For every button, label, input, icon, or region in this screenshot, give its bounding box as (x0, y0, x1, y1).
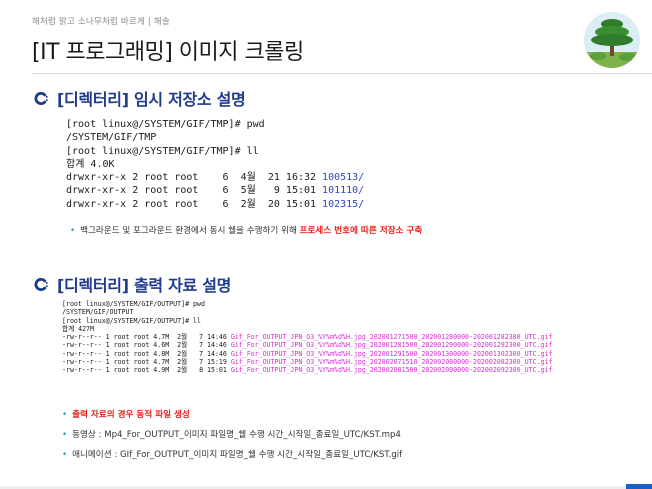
bullet-dot-icon: • (62, 430, 68, 440)
bullet-text: 출력 자료의 경우 동적 파일 생성 (72, 410, 190, 420)
file-name: Gif_For_OUTPUT_JPN_O3_%Y%m%d%H.jpg_20200… (230, 349, 553, 358)
bullet-dynamic-files: • 출력 자료의 경우 동적 파일 생성 (62, 408, 190, 420)
dir-name: 101110/ (322, 185, 365, 197)
c-bullet-icon (34, 277, 48, 291)
file-meta: -rw-r--r-- 1 root root 4.7M 2월 7 14:46 (62, 333, 231, 342)
section-header-temp-storage: [디렉터리] 임시 저장소 설명 (34, 86, 246, 110)
dir-listing-row: drwxr-xr-x 2 root root 6 4월 21 16:32 100… (66, 171, 364, 184)
note-process-storage: • 백그라운드 및 포그라운드 환경에서 동시 쉘을 수행하기 위해 프로세스 번… (70, 224, 422, 236)
note-text: 백그라운드 및 포그라운드 환경에서 동시 쉘을 수행하기 위해 (80, 226, 300, 236)
section-title: [디렉터리] 출력 자료 설명 (57, 276, 232, 295)
bullet-dot-icon: • (62, 410, 68, 420)
terminal-line: /SYSTEM/GIF/OUTPUT (62, 308, 134, 317)
file-meta: -rw-r--r-- 1 root root 4.6M 2월 7 14:46 (62, 341, 231, 350)
dir-meta: drwxr-xr-x 2 root root 6 4월 21 16:32 (66, 172, 323, 184)
terminal-line: /SYSTEM/GIF/TMP (66, 132, 157, 144)
terminal-line: 합계 427M (62, 324, 94, 333)
tagline: 해처럼 밝고 소나무처럼 바르게 | 해솔 (32, 17, 170, 27)
terminal-output-output: [root linux@/SYSTEM/GIF/OUTPUT]# pwd/SYS… (62, 300, 552, 375)
bullet-video-naming: • 동영상 : Mp4_For_OUTPUT_이미지 파일명_쉘 수행 시간_시작… (62, 428, 401, 440)
dir-meta: drwxr-xr-x 2 root root 6 2월 20 15:01 (66, 198, 323, 210)
note-highlight: 프로세스 번호에 따른 저장소 구축 (299, 226, 423, 236)
file-name: Gif_For_OUTPUT_JPN_O3_%Y%m%d%H.jpg_20200… (230, 333, 553, 342)
file-listing-row: -rw-r--r-- 1 root root 4.6M 2월 7 14:46 G… (62, 341, 552, 349)
bullet-text: 애니메이션 : GIf_For_OUTPUT_이미지 파일명_쉘 수행 시간_시… (72, 450, 403, 460)
dir-listing-row: drwxr-xr-x 2 root root 6 5월 9 15:01 1011… (66, 184, 364, 197)
terminal-line: [root linux@/SYSTEM/GIF/OUTPUT]# pwd (62, 300, 205, 308)
page-title: [IT 프로그래밍] 이미지 크롤링 (32, 40, 304, 65)
title-divider (32, 73, 652, 74)
dir-listing-row: drwxr-xr-x 2 root root 6 2월 20 15:01 102… (66, 198, 364, 211)
file-meta: -rw-r--r-- 1 root root 4.8M 2월 7 14:46 (62, 349, 231, 358)
file-listing-row: -rw-r--r-- 1 root root 4.9M 2월 8 15:01 G… (62, 366, 552, 374)
bullet-text: 동영상 : Mp4_For_OUTPUT_이미지 파일명_쉘 수행 시간_시작일… (72, 430, 401, 440)
dir-meta: drwxr-xr-x 2 root root 6 5월 9 15:01 (66, 185, 323, 197)
dir-name: 102315/ (322, 198, 365, 210)
file-name: Gif_For_OUTPUT_JPN_O3_%Y%m%d%H.jpg_20200… (230, 341, 553, 350)
file-meta: -rw-r--r-- 1 root root 4.9M 2월 8 15:01 (62, 366, 231, 375)
file-name: Gif_For_OUTPUT_JPN_O3_%Y%m%d%H.jpg_20200… (230, 358, 553, 367)
bullet-dot-icon: • (62, 450, 68, 460)
dir-name: 100513/ (322, 172, 365, 184)
terminal-output-temp: [root linux@/SYSTEM/GIF/TMP]# pwd/SYSTEM… (66, 118, 364, 211)
section-header-output: [디렉터리] 출력 자료 설명 (34, 272, 231, 296)
footer-accent (626, 484, 652, 489)
file-listing-row: -rw-r--r-- 1 root root 4.8M 2월 7 14:46 G… (62, 350, 552, 358)
file-meta: -rw-r--r-- 1 root root 4.7M 2월 7 15:19 (62, 358, 231, 367)
terminal-line: [root linux@/SYSTEM/GIF/TMP]# pwd (66, 119, 265, 130)
section-title: [디렉터리] 임시 저장소 설명 (57, 90, 246, 109)
c-bullet-icon (34, 91, 48, 105)
terminal-line: 합계 4.0K (66, 158, 115, 170)
terminal-line: [root linux@/SYSTEM/GIF/OUTPUT]# ll (62, 316, 201, 325)
terminal-line: [root linux@/SYSTEM/GIF/TMP]# ll (66, 145, 259, 157)
bullet-dot-icon: • (70, 226, 76, 236)
bullet-animation-naming: • 애니메이션 : GIf_For_OUTPUT_이미지 파일명_쉘 수행 시간_… (62, 448, 402, 460)
pine-tree-logo-icon (584, 12, 640, 68)
file-name: Gif_For_OUTPUT_JPN_O3_%Y%m%d%H.jpg_20200… (230, 366, 553, 375)
